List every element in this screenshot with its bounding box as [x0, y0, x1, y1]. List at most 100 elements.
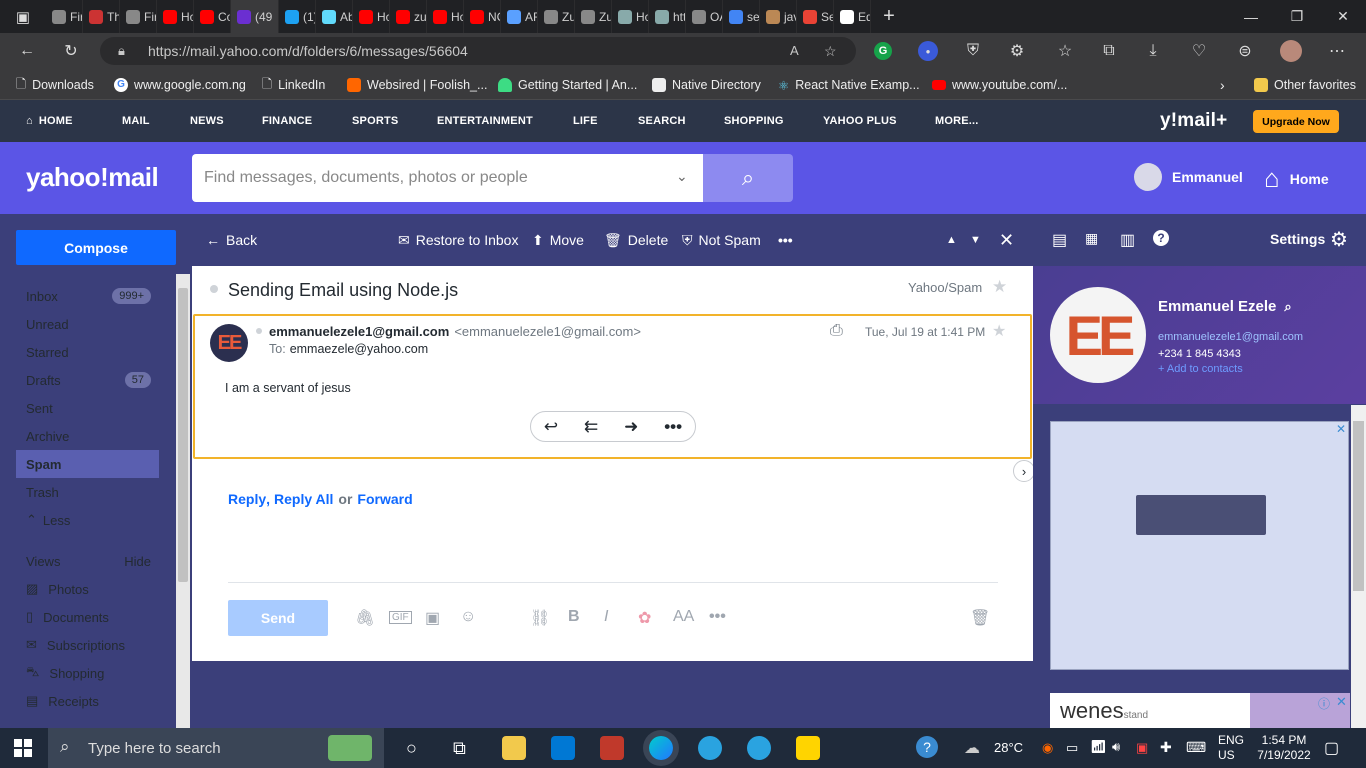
- sender-avatar[interactable]: EE: [210, 324, 248, 362]
- reply-link[interactable]: Reply: [228, 491, 266, 507]
- browser-tab[interactable]: Zu: [538, 0, 575, 33]
- tray-icon-1[interactable]: ◉: [1042, 740, 1053, 756]
- font-size-icon[interactable]: AA: [673, 608, 694, 626]
- refresh-icon[interactable]: ↻: [60, 40, 82, 62]
- sticky-notes-icon[interactable]: [796, 736, 820, 760]
- more-dots-icon[interactable]: •••: [664, 417, 682, 437]
- nav-more[interactable]: MORE...: [935, 100, 979, 142]
- forward-link[interactable]: Forward: [357, 491, 412, 507]
- forward-icon[interactable]: ➜: [624, 417, 638, 437]
- folder-inbox[interactable]: Inbox 999+: [16, 282, 159, 310]
- calendar-icon[interactable]: ▦: [1085, 230, 1098, 247]
- vscode-icon[interactable]: [551, 736, 575, 760]
- view-subscriptions[interactable]: ✉ Subscriptions: [16, 631, 159, 659]
- ad-box[interactable]: [1050, 421, 1349, 670]
- browser-tab[interactable]: Ab: [316, 0, 353, 33]
- star-icon[interactable]: ★: [992, 277, 1007, 297]
- performance-icon[interactable]: ⊜: [1234, 40, 1256, 62]
- nav-finance[interactable]: FINANCE: [262, 100, 312, 142]
- next-message-icon[interactable]: ▼: [970, 214, 981, 266]
- windows-start-icon[interactable]: [14, 739, 32, 757]
- help-icon[interactable]: ?: [1153, 230, 1169, 246]
- read-aloud-icon[interactable]: A: [790, 37, 799, 65]
- clock[interactable]: 1:54 PM 7/19/2022: [1256, 733, 1312, 763]
- gear-icon[interactable]: ⚙: [1330, 227, 1348, 252]
- nav-mail[interactable]: MAIL: [122, 100, 150, 142]
- grammarly-extension-icon[interactable]: G: [874, 42, 892, 60]
- print-icon[interactable]: ⎙: [830, 322, 843, 340]
- sticker-icon[interactable]: ▣: [425, 608, 440, 628]
- wenes-ad[interactable]: wenes stand: [1050, 693, 1250, 728]
- gif-icon[interactable]: GIF: [389, 611, 412, 624]
- previous-message-icon[interactable]: ▲: [946, 214, 957, 266]
- telegram-icon[interactable]: [698, 736, 722, 760]
- yahoo-mail-logo[interactable]: yahoo!mail: [26, 162, 159, 193]
- not-spam-button[interactable]: ⛨ Not Spam: [682, 214, 761, 266]
- browser-tab[interactable]: se: [723, 0, 760, 33]
- delete-button[interactable]: 🗑︎ Delete: [604, 214, 668, 266]
- nav-home[interactable]: ⌂ HOME: [26, 100, 73, 142]
- nav-search[interactable]: SEARCH: [638, 100, 686, 142]
- browser-tab[interactable]: OA: [686, 0, 723, 33]
- contact-email[interactable]: emmanuelezele1@gmail.com: [1158, 331, 1303, 343]
- favorite-star-icon[interactable]: ☆: [824, 37, 837, 65]
- move-button[interactable]: ⬆ Move: [532, 214, 584, 266]
- ad2-close-icon[interactable]: ✕: [1336, 694, 1347, 710]
- browser-tab[interactable]: (1): [279, 0, 316, 33]
- upgrade-now-button[interactable]: Upgrade Now: [1253, 110, 1339, 133]
- contacts-card-icon[interactable]: ▤: [1052, 230, 1067, 250]
- browser-tab[interactable]: Se: [797, 0, 834, 33]
- weather-temp[interactable]: 28°C: [994, 740, 1023, 755]
- browser-tab[interactable]: Hc: [612, 0, 649, 33]
- magic-extension-icon[interactable]: ●: [918, 41, 938, 61]
- folder-spam[interactable]: Spam: [16, 450, 159, 478]
- folder-sent[interactable]: Sent: [16, 394, 159, 422]
- browser-tab[interactable]: Ed: [834, 0, 871, 33]
- task-view-icon[interactable]: ⧉: [453, 738, 466, 759]
- message-star-icon[interactable]: ★: [992, 321, 1006, 341]
- folder-archive[interactable]: Archive: [16, 422, 159, 450]
- folder-trash[interactable]: Trash: [16, 478, 159, 506]
- search-input[interactable]: Find messages, documents, photos or peop…: [192, 154, 703, 202]
- nav-news[interactable]: NEWS: [190, 100, 224, 142]
- new-tab-button[interactable]: +: [871, 0, 907, 33]
- edge-icon[interactable]: [649, 736, 673, 760]
- settings-link[interactable]: Settings: [1270, 231, 1325, 247]
- back-arrow-icon[interactable]: ←: [16, 40, 38, 62]
- browser-tab[interactable]: NC: [464, 0, 501, 33]
- add-to-contacts-link[interactable]: + Add to contacts: [1158, 363, 1243, 375]
- browser-tab[interactable]: Co: [194, 0, 231, 33]
- restore-window-icon[interactable]: ❐: [1274, 0, 1320, 33]
- browser-tab[interactable]: Hc: [157, 0, 194, 33]
- color-palette-icon[interactable]: ✿: [638, 608, 651, 628]
- profile-avatar[interactable]: [1280, 40, 1302, 62]
- fav-google[interactable]: Gwww.google.com.ng: [114, 70, 246, 100]
- language-indicator[interactable]: ENG US: [1218, 733, 1244, 763]
- nav-life[interactable]: LIFE: [573, 100, 598, 142]
- downloads-icon[interactable]: ⤓: [1142, 40, 1164, 62]
- discard-trash-icon[interactable]: 🗑︎: [970, 608, 990, 628]
- reply-icon[interactable]: ↩: [544, 417, 558, 437]
- bold-icon[interactable]: B: [568, 608, 580, 626]
- unread-dot-icon[interactable]: [210, 285, 218, 293]
- url-field[interactable]: 🔒︎ https://mail.yahoo.com/d/folders/6/me…: [100, 37, 856, 65]
- italic-icon[interactable]: I: [604, 608, 608, 626]
- volume-icon[interactable]: 🔊︎: [1112, 739, 1120, 755]
- close-window-icon[interactable]: ✕: [1320, 0, 1366, 33]
- taskbar-search-input[interactable]: ⌕ Type here to search: [48, 728, 384, 768]
- nav-yahoo-plus[interactable]: YAHOO PLUS: [823, 100, 897, 142]
- restore-to-inbox-button[interactable]: ✉ Restore to Inbox: [398, 214, 518, 266]
- weather-cloud-icon[interactable]: ☁: [964, 738, 980, 758]
- compose-button[interactable]: Compose: [16, 230, 176, 265]
- expand-right-chevron-icon[interactable]: ›: [1013, 460, 1035, 482]
- ad-image[interactable]: [1250, 693, 1350, 728]
- view-photos[interactable]: ▨ Photos: [16, 575, 159, 603]
- reply-all-link[interactable]: Reply All: [274, 491, 333, 507]
- ad-cta-button[interactable]: [1136, 495, 1266, 535]
- browser-tab[interactable]: Fir: [120, 0, 157, 33]
- folder-drafts[interactable]: Drafts 57: [16, 366, 159, 394]
- folder-starred[interactable]: Starred: [16, 338, 159, 366]
- fav-android[interactable]: Getting Started | An...: [498, 70, 637, 100]
- keyboard-icon[interactable]: ⌨: [1186, 739, 1206, 756]
- view-documents[interactable]: ▯ Documents: [16, 603, 159, 631]
